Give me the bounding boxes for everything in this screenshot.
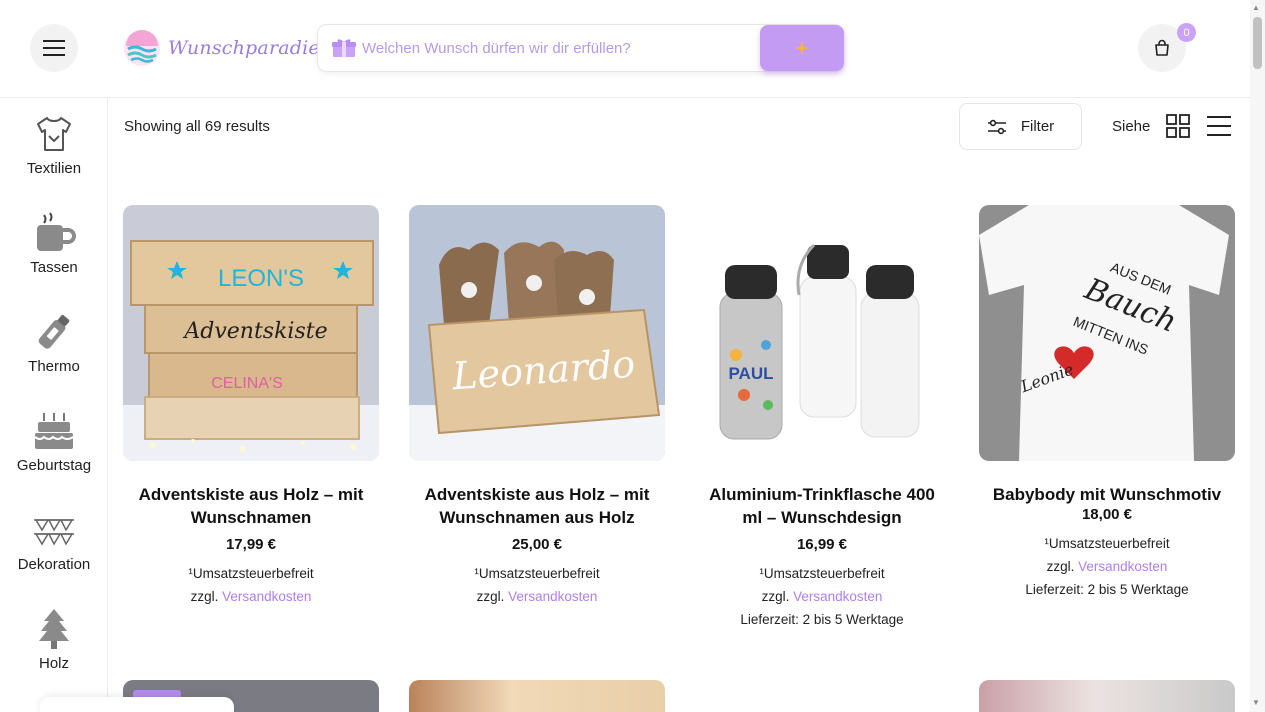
tax-note: ¹Umsatzsteuerbefreit [1044, 536, 1170, 551]
category-label: Textilien [26, 160, 82, 177]
grid-view-icon[interactable] [1166, 114, 1190, 143]
category-holz[interactable]: Holz [0, 593, 108, 683]
shipping-prefix: zzgl. [761, 589, 790, 604]
tax-note: ¹Umsatzsteuerbefreit [474, 566, 600, 581]
shipping-prefix: zzgl. [190, 589, 219, 604]
product-notes: ¹Umsatzsteuerbefreit zzgl. Versandkosten [123, 562, 379, 608]
product-title[interactable]: Adventskiste aus Holz – mit Wunschnamen … [409, 483, 665, 529]
image-text: Adventskiste [182, 319, 327, 344]
shopping-bag-icon [1155, 39, 1169, 56]
scroll-up-icon[interactable]: ▲ [1252, 3, 1260, 12]
category-label: Holz [38, 655, 69, 672]
category-dekoration[interactable]: Dekoration [0, 494, 108, 584]
shipping-prefix: zzgl. [1046, 559, 1075, 574]
site-header: Wunschparadies 0 [0, 0, 1250, 98]
product-title[interactable]: Adventskiste aus Holz – mit Wunschnamen [123, 483, 379, 529]
category-geburtstag[interactable]: Geburtstag [0, 395, 108, 485]
product-card: Leonardo Adventskiste aus Holz – mit Wun… [409, 205, 665, 608]
category-textilien[interactable]: Textilien [0, 98, 108, 188]
category-thermo[interactable]: Thermo [0, 296, 108, 386]
product-price: 16,99 € [796, 536, 848, 553]
filter-button[interactable]: Filter [959, 103, 1082, 150]
sparkle-icon [795, 41, 809, 55]
product-image[interactable]: AUS DEM Bauch MITTEN INS Leonie [979, 205, 1235, 461]
thermo-bottle-icon [32, 310, 76, 354]
product-image[interactable]: PAUL [694, 205, 950, 461]
view-label: Siehe [1112, 118, 1151, 135]
hamburger-icon [43, 40, 65, 56]
site-logo[interactable]: Wunschparadies [122, 28, 330, 68]
cake-icon [32, 409, 76, 453]
shipping-note: zzgl. Versandkosten [123, 585, 379, 608]
category-tassen[interactable]: Tassen [0, 197, 108, 287]
product-image[interactable]: LEON'S Adventskiste CELINA'S [123, 205, 379, 461]
scrollbar-track[interactable] [1250, 0, 1265, 712]
category-label: Dekoration [17, 556, 91, 573]
tshirt-icon [32, 112, 76, 156]
product-notes: ¹Umsatzsteuerbefreit zzgl. Versandkosten… [694, 562, 950, 631]
product-card: AUS DEM Bauch MITTEN INS Leonie Babybody… [979, 205, 1235, 601]
menu-button[interactable] [30, 24, 78, 72]
bunting-icon [32, 508, 76, 552]
product-image[interactable] [409, 680, 665, 712]
mug-icon [32, 211, 76, 255]
logo-sun-waves-icon [124, 30, 160, 66]
search-input[interactable] [362, 25, 752, 71]
image-text: LEON'S [218, 265, 304, 292]
filter-label: Filter [1020, 118, 1055, 135]
image-text: PAUL [728, 364, 773, 383]
cookie-banner-tab[interactable] [40, 697, 234, 712]
list-view-icon[interactable] [1207, 115, 1231, 142]
delivery-time: Lieferzeit: 2 bis 5 Werktage [1025, 582, 1189, 597]
cart-count-badge: 0 [1177, 23, 1196, 42]
tax-note: ¹Umsatzsteuerbefreit [759, 566, 885, 581]
product-price: 18,00 € [1081, 506, 1133, 523]
delivery-time: Lieferzeit: 2 bis 5 Werktage [740, 612, 904, 627]
tax-note: ¹Umsatzsteuerbefreit [188, 566, 314, 581]
product-title[interactable]: Babybody mit Wunschmotiv [979, 483, 1235, 506]
brand-name: Wunschparadies [168, 37, 330, 59]
product-price: 17,99 € [225, 536, 277, 553]
shipping-link[interactable]: Versandkosten [793, 589, 882, 604]
shipping-note: zzgl. Versandkosten [694, 585, 950, 608]
shipping-prefix: zzgl. [476, 589, 505, 604]
shipping-note: zzgl. Versandkosten [409, 585, 665, 608]
category-label: Tassen [30, 259, 78, 276]
image-text: CELINA'S [211, 375, 283, 392]
product-notes: ¹Umsatzsteuerbefreit zzgl. Versandkosten… [979, 532, 1235, 601]
product-price: 25,00 € [511, 536, 563, 553]
scroll-down-icon[interactable]: ▼ [1252, 698, 1260, 707]
product-title[interactable]: Aluminium-Trinkflasche 400 ml – Wunschde… [694, 483, 950, 529]
gift-icon [332, 38, 356, 63]
sliders-icon [987, 119, 1006, 134]
shipping-link[interactable]: Versandkosten [508, 589, 597, 604]
product-image[interactable] [979, 680, 1235, 712]
tree-icon [32, 607, 76, 651]
shipping-note: zzgl. Versandkosten [979, 555, 1235, 578]
scrollbar-thumb[interactable] [1253, 17, 1262, 69]
category-sidebar: Textilien Tassen Thermo Geburtstag Dekor… [0, 98, 108, 712]
category-label: Thermo [28, 358, 80, 375]
shipping-link[interactable]: Versandkosten [222, 589, 311, 604]
search-button[interactable] [760, 25, 844, 71]
product-card: PAUL Aluminium-Trinkflasche 400 ml – Wun… [694, 205, 950, 631]
product-card: LEON'S Adventskiste CELINA'S Adventskist… [123, 205, 379, 608]
shipping-link[interactable]: Versandkosten [1078, 559, 1167, 574]
product-image[interactable]: Leonardo [409, 205, 665, 461]
category-label: Geburtstag [16, 457, 92, 474]
product-notes: ¹Umsatzsteuerbefreit zzgl. Versandkosten [409, 562, 665, 608]
results-count: Showing all 69 results [124, 118, 270, 135]
